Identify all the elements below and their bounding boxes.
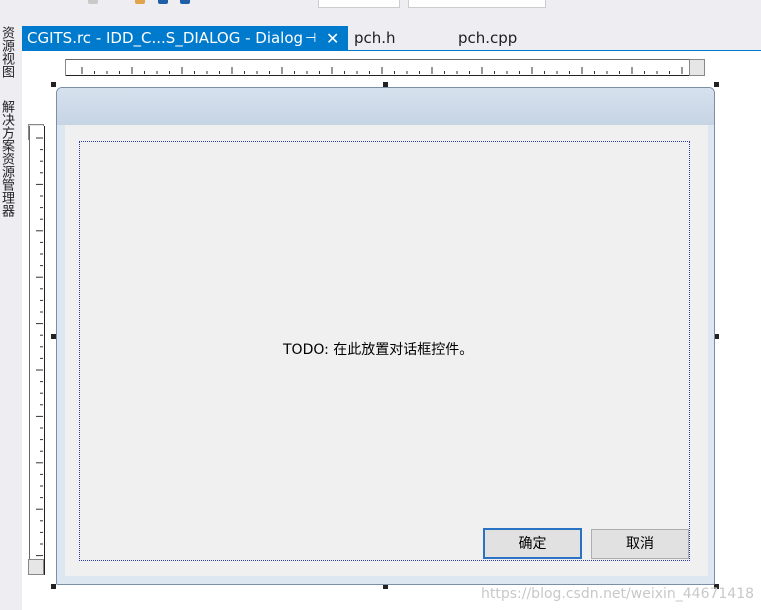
watermark: https://blog.csdn.net/weixin_44671418 — [481, 586, 755, 602]
toolbar-icon[interactable] — [88, 0, 98, 4]
vertical-ruler-ticks — [36, 137, 43, 557]
ruler-h-end — [689, 59, 705, 76]
toolbar — [0, 0, 761, 8]
cancel-button[interactable]: 取消 — [591, 529, 689, 559]
toolbar-combo[interactable] — [408, 0, 546, 8]
rail-tab-resource-view[interactable]: 资源视图 — [0, 26, 14, 78]
toolbar-icon[interactable] — [180, 0, 190, 4]
dialog-designer: TODO: 在此放置对话框控件。 确定 取消 — [22, 51, 761, 610]
horizontal-ruler[interactable] — [66, 59, 705, 76]
rail-tab-solution-explorer[interactable]: 解决方案资源管理器 — [0, 100, 14, 217]
pin-icon[interactable]: ⊣ — [305, 26, 316, 51]
document-tabbar: CGITS.rc - IDD_C...S_DIALOG - Dialog ⊣ ✕… — [22, 26, 761, 52]
ok-button[interactable]: 确定 — [483, 528, 582, 559]
tab-dialog[interactable]: CGITS.rc - IDD_C...S_DIALOG - Dialog ⊣ ✕ — [22, 26, 348, 51]
dialog-client-area: TODO: 在此放置对话框控件。 确定 取消 — [65, 125, 708, 576]
ruler-v-end — [28, 559, 44, 575]
toolbar-combo[interactable] — [318, 0, 400, 8]
toolbar-icon[interactable] — [158, 0, 168, 4]
resize-handle-top-left[interactable] — [51, 82, 56, 87]
tab-pch-h[interactable]: pch.h — [354, 26, 396, 51]
tab-pch-cpp[interactable]: pch.cpp — [458, 26, 517, 51]
todo-label: TODO: 在此放置对话框控件。 — [283, 342, 474, 358]
dialog-preview[interactable]: TODO: 在此放置对话框控件。 确定 取消 — [56, 87, 715, 585]
close-icon[interactable]: ✕ — [326, 26, 339, 51]
resize-handle-bottom-left[interactable] — [51, 584, 56, 589]
left-rail: 资源视图 解决方案资源管理器 — [0, 0, 22, 610]
vertical-ruler[interactable] — [29, 126, 45, 575]
dialog-titlebar[interactable] — [57, 88, 714, 125]
toolbar-icon[interactable] — [135, 0, 145, 4]
resize-handle-top-right[interactable] — [714, 82, 719, 87]
tab-label: CGITS.rc - IDD_C...S_DIALOG - Dialog — [27, 29, 304, 47]
horizontal-ruler-ticks — [81, 67, 695, 74]
